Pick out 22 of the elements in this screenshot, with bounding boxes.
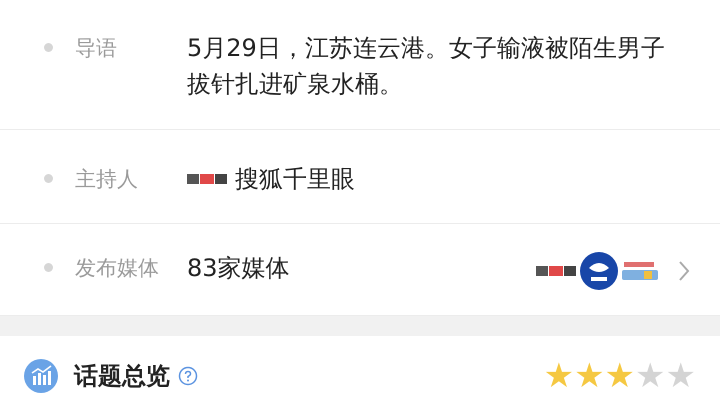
star-icon: ★	[544, 359, 574, 393]
star-icon: ★	[574, 359, 605, 393]
logo-icon	[622, 260, 658, 282]
chart-icon	[24, 359, 58, 393]
row-label: 导语	[75, 35, 118, 62]
bullet-dot	[44, 263, 53, 272]
star-icon: ★	[666, 359, 696, 393]
chevron-icon	[678, 260, 690, 282]
section-title: 话题总览	[74, 361, 170, 392]
intro-text: 5月29日，江苏连云港。女子输液被陌生男子拔针扎进矿泉水桶。	[187, 33, 666, 100]
row-value: 83家媒体	[187, 253, 290, 284]
bullet-dot	[44, 174, 53, 183]
row-value: 搜狐千里眼	[235, 164, 355, 195]
row-label: 主持人	[75, 166, 139, 193]
logo-icon	[536, 263, 576, 279]
bullet-dot	[44, 43, 53, 52]
row-label: 发布媒体	[75, 255, 160, 282]
help-icon[interactable]	[178, 366, 198, 386]
star-icon: ★	[604, 359, 636, 393]
logo-icon	[580, 252, 618, 290]
star-icon: ★	[635, 359, 666, 393]
logo-icon	[187, 171, 227, 187]
